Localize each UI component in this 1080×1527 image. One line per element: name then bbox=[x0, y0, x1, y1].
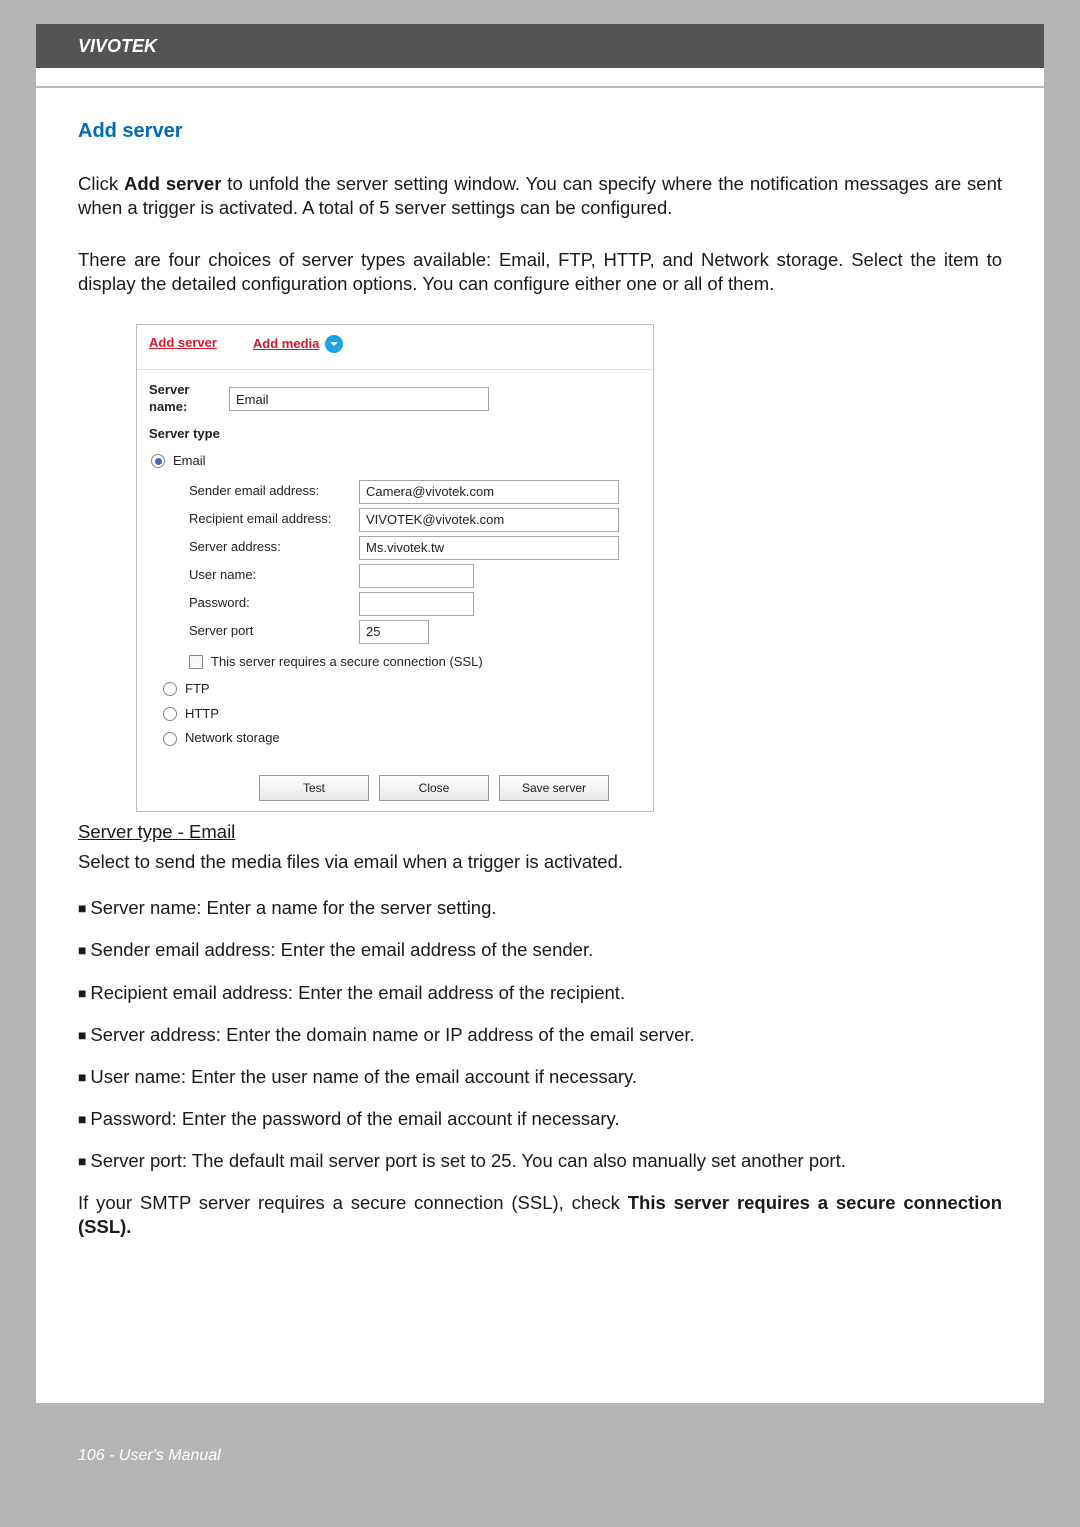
brand-text: VIVOTEK bbox=[78, 36, 157, 57]
server-name-label: Server name: bbox=[149, 382, 229, 416]
content-area: Add server Click Add server to unfold th… bbox=[36, 88, 1044, 1239]
radio-label: HTTP bbox=[185, 706, 219, 723]
chevron-down-icon bbox=[325, 335, 343, 353]
page-footer: 106 - User's Manual bbox=[78, 1447, 221, 1465]
recipient-label: Recipient email address: bbox=[189, 511, 359, 528]
bullet-list: Server name: Enter a name for the server… bbox=[78, 896, 1002, 1172]
radio-ftp[interactable]: FTP bbox=[163, 681, 641, 698]
radio-label: Network storage bbox=[185, 730, 280, 747]
text: If your SMTP server requires a secure co… bbox=[78, 1192, 628, 1213]
panel-tabs: Add server Add media bbox=[137, 325, 653, 370]
radio-email[interactable]: Email bbox=[151, 453, 641, 470]
address-label: Server address: bbox=[189, 539, 359, 556]
address-input[interactable] bbox=[359, 536, 619, 560]
section-title: Add server bbox=[78, 118, 1002, 144]
panel-body: Server name: Server type Email Sender em… bbox=[137, 370, 653, 761]
pass-input[interactable] bbox=[359, 592, 474, 616]
checkbox-icon bbox=[189, 655, 203, 669]
tab-label: Add media bbox=[253, 336, 319, 353]
paragraph-2: There are four choices of server types a… bbox=[78, 248, 1002, 296]
radio-icon bbox=[163, 682, 177, 696]
user-label: User name: bbox=[189, 567, 359, 584]
sender-input[interactable] bbox=[359, 480, 619, 504]
tab-add-media[interactable]: Add media bbox=[253, 335, 343, 353]
list-item: Server port: The default mail server por… bbox=[78, 1149, 1002, 1173]
port-label: Server port bbox=[189, 623, 359, 640]
close-button[interactable]: Close bbox=[379, 775, 489, 801]
radio-label: Email bbox=[173, 453, 206, 470]
save-server-button[interactable]: Save server bbox=[499, 775, 609, 801]
sender-label: Sender email address: bbox=[189, 483, 359, 500]
list-item: Recipient email address: Enter the email… bbox=[78, 981, 1002, 1005]
list-item: Server address: Enter the domain name or… bbox=[78, 1023, 1002, 1047]
header-bar: VIVOTEK bbox=[36, 24, 1044, 68]
subsection-title: Server type - Email bbox=[78, 820, 1002, 844]
list-item: Server name: Enter a name for the server… bbox=[78, 896, 1002, 920]
test-button[interactable]: Test bbox=[259, 775, 369, 801]
tab-add-server[interactable]: Add server bbox=[149, 335, 217, 353]
radio-http[interactable]: HTTP bbox=[163, 706, 641, 723]
ssl-label: This server requires a secure connection… bbox=[211, 654, 483, 671]
list-item: Sender email address: Enter the email ad… bbox=[78, 938, 1002, 962]
radio-label: FTP bbox=[185, 681, 210, 698]
radio-icon bbox=[151, 454, 165, 468]
ssl-paragraph: If your SMTP server requires a secure co… bbox=[78, 1191, 1002, 1239]
ssl-checkbox-row[interactable]: This server requires a secure connection… bbox=[189, 654, 641, 671]
bold-text: Add server bbox=[124, 173, 221, 194]
pass-label: Password: bbox=[189, 595, 359, 612]
paragraph-1: Click Add server to unfold the server se… bbox=[78, 172, 1002, 220]
radio-icon bbox=[163, 732, 177, 746]
list-item: Password: Enter the password of the emai… bbox=[78, 1107, 1002, 1131]
user-input[interactable] bbox=[359, 564, 474, 588]
radio-icon bbox=[163, 707, 177, 721]
server-name-input[interactable] bbox=[229, 387, 489, 411]
text: Click bbox=[78, 173, 124, 194]
button-bar: Test Close Save server bbox=[247, 761, 653, 811]
add-server-panel: Add server Add media Server name: Server… bbox=[136, 324, 654, 812]
radio-network-storage[interactable]: Network storage bbox=[163, 730, 641, 747]
subsection-text: Select to send the media files via email… bbox=[78, 850, 1002, 874]
list-item: User name: Enter the user name of the em… bbox=[78, 1065, 1002, 1089]
page: VIVOTEK Add server Click Add server to u… bbox=[36, 24, 1044, 1503]
server-type-label: Server type bbox=[149, 426, 641, 443]
port-input[interactable] bbox=[359, 620, 429, 644]
recipient-input[interactable] bbox=[359, 508, 619, 532]
